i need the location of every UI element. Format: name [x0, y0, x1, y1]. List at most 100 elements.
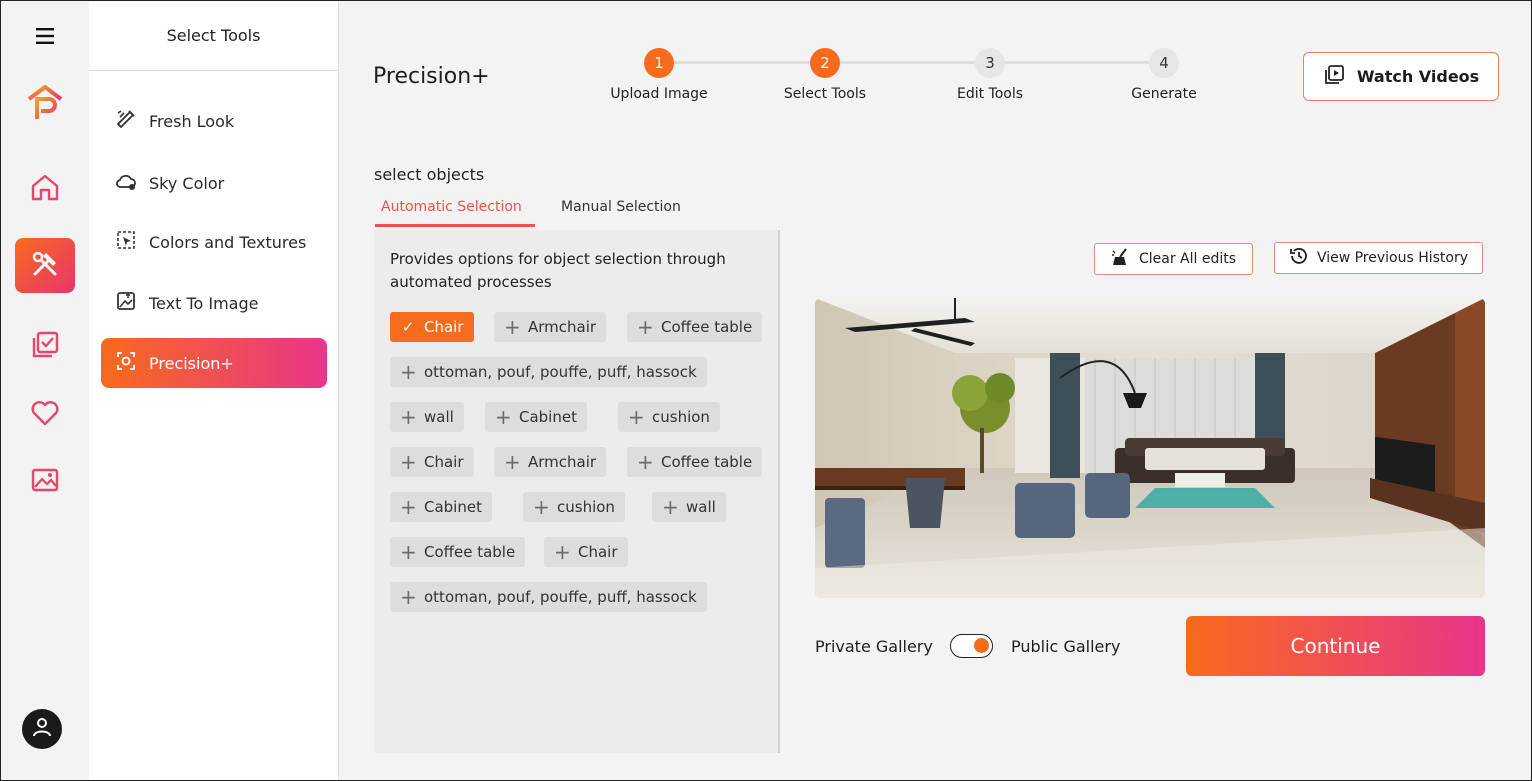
tool-colors-textures[interactable]: Colors and Textures — [101, 217, 327, 267]
tab-manual-selection[interactable]: Manual Selection — [561, 199, 681, 215]
chip-label: Chair — [424, 453, 464, 471]
step-upload-image: 1 Upload Image — [589, 48, 729, 102]
plus-icon: + — [533, 495, 550, 519]
plus-icon: + — [554, 540, 571, 564]
rail-checklist[interactable] — [15, 319, 75, 374]
gallery-visibility-toggle[interactable] — [950, 634, 993, 658]
object-chip[interactable]: + cushion — [618, 402, 720, 432]
object-chip[interactable]: + Cabinet — [390, 492, 492, 522]
public-gallery-label: Public Gallery — [1011, 637, 1121, 656]
plus-icon: + — [400, 540, 417, 564]
object-chip[interactable]: ✓ Chair — [390, 312, 474, 342]
cloud-icon — [115, 170, 137, 196]
focus-icon — [115, 350, 137, 376]
select-objects-heading: select objects — [374, 165, 485, 184]
chip-label: cushion — [652, 408, 710, 426]
tab-automatic-selection[interactable]: Automatic Selection — [381, 199, 522, 215]
plus-icon: + — [504, 315, 521, 339]
logo-icon[interactable] — [25, 83, 65, 121]
active-tab-indicator — [375, 224, 535, 227]
object-chip[interactable]: + Coffee table — [390, 537, 526, 567]
object-chip[interactable]: + wall — [390, 402, 464, 432]
object-chip[interactable]: + Coffee table — [627, 447, 763, 477]
image-icon — [29, 464, 61, 500]
chip-label: wall — [686, 498, 716, 516]
continue-button[interactable]: Continue — [1186, 616, 1485, 676]
object-chip[interactable]: + ottoman, pouf, pouffe, puff, hassock — [390, 357, 707, 387]
tool-sky-color[interactable]: Sky Color — [101, 158, 327, 208]
history-icon — [1289, 246, 1309, 270]
chip-label: Coffee table — [661, 318, 753, 336]
tools-panel: Select Tools Fresh Look Sky Color Colors… — [89, 0, 339, 781]
step-number: 4 — [1149, 48, 1179, 78]
object-chip[interactable]: + Cabinet — [485, 402, 587, 432]
watch-videos-label: Watch Videos — [1356, 67, 1480, 86]
rail-gallery[interactable] — [15, 454, 75, 509]
rail-tools[interactable] — [15, 238, 75, 293]
tool-fresh-look[interactable]: Fresh Look — [101, 96, 327, 146]
step-select-tools: 2 Select Tools — [755, 48, 895, 102]
view-history-label: View Previous History — [1316, 250, 1469, 266]
watch-videos-button[interactable]: Watch Videos — [1303, 52, 1499, 101]
plus-icon: + — [400, 405, 417, 429]
object-chip[interactable]: + wall — [652, 492, 726, 522]
object-chip[interactable]: + Chair — [390, 447, 474, 477]
avatar[interactable] — [22, 709, 62, 749]
object-chip[interactable]: + Coffee table — [627, 312, 763, 342]
step-number: 2 — [810, 48, 840, 78]
tool-text-to-image[interactable]: Text To Image — [101, 278, 327, 328]
chip-label: ottoman, pouf, pouffe, puff, hassock — [424, 588, 697, 606]
clear-all-edits-button[interactable]: Clear All edits — [1094, 243, 1253, 275]
chip-label: wall — [424, 408, 454, 426]
plus-icon: + — [637, 450, 654, 474]
tools-icon — [29, 248, 61, 284]
clear-all-edits-label: Clear All edits — [1138, 251, 1237, 267]
page-title: Precision+ — [373, 64, 490, 89]
object-chip[interactable]: + Armchair — [494, 312, 607, 342]
plus-icon: + — [400, 450, 417, 474]
object-chip[interactable]: + Armchair — [494, 447, 607, 477]
plus-icon: + — [400, 585, 417, 609]
step-edit-tools: 3 Edit Tools — [920, 48, 1060, 102]
selection-icon — [115, 229, 137, 255]
plus-icon: + — [504, 450, 521, 474]
tool-label: Fresh Look — [149, 111, 235, 131]
rail-favorites[interactable] — [15, 387, 75, 442]
video-library-icon — [1323, 64, 1345, 90]
object-chip[interactable]: + ottoman, pouf, pouffe, puff, hassock — [390, 582, 707, 612]
plus-icon: + — [628, 405, 645, 429]
chip-label: Armchair — [528, 453, 597, 471]
step-number: 3 — [975, 48, 1005, 78]
plus-icon: + — [662, 495, 679, 519]
chip-label: cushion — [557, 498, 615, 516]
tools-panel-title: Select Tools — [89, 0, 338, 71]
private-gallery-label: Private Gallery — [815, 637, 933, 656]
chip-label: ottoman, pouf, pouffe, puff, hassock — [424, 363, 697, 381]
toggle-knob — [974, 638, 989, 653]
chip-label: Cabinet — [424, 498, 482, 516]
brush-icon — [115, 108, 137, 134]
icon-rail — [0, 0, 89, 781]
tool-precision-plus[interactable]: Precision+ — [101, 338, 327, 388]
chip-label: Coffee table — [424, 543, 516, 561]
rail-home[interactable] — [15, 161, 75, 216]
chip-label: Chair — [424, 318, 464, 336]
chip-label: Coffee table — [661, 453, 753, 471]
chip-label: Cabinet — [519, 408, 577, 426]
view-history-button[interactable]: View Previous History — [1274, 242, 1483, 274]
home-icon — [29, 171, 61, 207]
room-preview-image[interactable] — [815, 298, 1485, 598]
tool-label: Colors and Textures — [149, 232, 307, 252]
chip-label: Chair — [578, 543, 618, 561]
plus-icon: + — [495, 405, 512, 429]
object-chip[interactable]: + Chair — [544, 537, 628, 567]
tool-label: Text To Image — [149, 293, 259, 313]
chip-label: Armchair — [528, 318, 597, 336]
tool-label: Sky Color — [149, 173, 225, 193]
plus-icon: + — [637, 315, 654, 339]
object-chip[interactable]: + cushion — [523, 492, 625, 522]
user-icon — [30, 715, 54, 743]
step-label: Upload Image — [610, 86, 708, 102]
hamburger-icon[interactable] — [34, 27, 56, 45]
step-number: 1 — [644, 48, 674, 78]
